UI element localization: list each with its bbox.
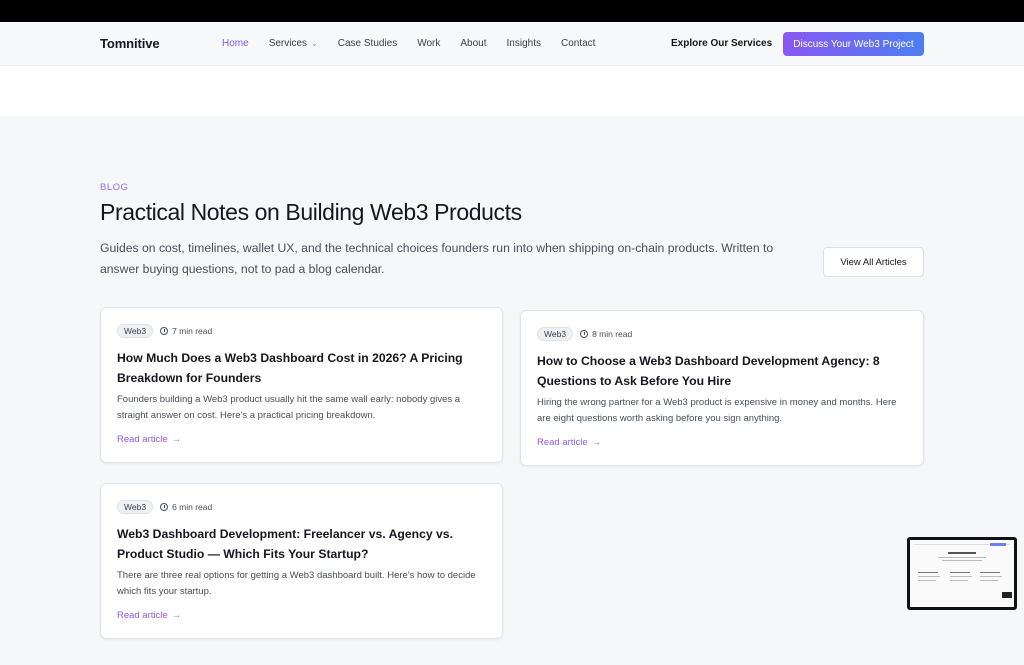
clock-icon <box>580 330 589 338</box>
article-card[interactable]: Web3 6 min read Web3 Dashboard Developme… <box>100 483 503 639</box>
read-time: 6 min read <box>160 502 212 512</box>
section-heading: Practical Notes on Building Web3 Product… <box>100 199 522 225</box>
clock-icon <box>160 503 169 511</box>
article-tag: Web3 <box>117 324 154 338</box>
browser-top-bar <box>0 0 1024 22</box>
discuss-project-button[interactable]: Discuss Your Web3 Project <box>783 32 924 56</box>
nav-item-services[interactable]: Services ⌄ <box>269 38 318 49</box>
read-article-link[interactable]: Read article → <box>117 610 181 621</box>
article-excerpt: Founders building a Web3 product usually… <box>117 394 461 421</box>
explore-services-link[interactable]: Explore Our Services <box>671 38 772 49</box>
article-tag: Web3 <box>537 327 574 341</box>
read-article-link[interactable]: Read article → <box>117 434 181 445</box>
article-card[interactable]: Web3 7 min read How Much Does a Web3 Das… <box>100 307 503 463</box>
site-header: Tomnitive Home Services ⌄ Case Studies Wo… <box>0 22 1024 66</box>
hero-spacer <box>0 66 1024 116</box>
article-title[interactable]: Web3 Dashboard Development: Freelancer v… <box>117 525 487 564</box>
section-eyebrow: BLOG <box>100 182 129 193</box>
article-excerpt: Hiring the wrong partner for a Web3 prod… <box>537 397 897 424</box>
section-subtext: Guides on cost, timelines, wallet UX, an… <box>100 241 774 276</box>
nav-item-insights[interactable]: Insights <box>507 38 541 49</box>
read-article-link[interactable]: Read article → <box>537 437 601 448</box>
nav-item-work[interactable]: Work <box>417 38 440 49</box>
article-card[interactable]: Web3 8 min read How to Choose a Web3 Das… <box>520 310 924 466</box>
view-all-articles-button[interactable]: View All Articles <box>823 247 924 277</box>
chevron-down-icon: ⌄ <box>311 39 318 48</box>
article-meta: Web3 6 min read <box>117 500 212 514</box>
arrow-right-icon: → <box>591 437 602 448</box>
nav-item-about[interactable]: About <box>460 38 486 49</box>
read-time: 8 min read <box>580 329 632 339</box>
brand-logo[interactable]: Tomnitive <box>100 36 160 51</box>
screen-preview-thumbnail[interactable] <box>907 537 1017 610</box>
article-tag: Web3 <box>117 500 154 514</box>
main-nav: Home Services ⌄ Case Studies Work About I… <box>222 38 615 49</box>
nav-item-home[interactable]: Home <box>222 38 249 49</box>
nav-item-case-studies[interactable]: Case Studies <box>338 38 397 49</box>
arrow-right-icon: → <box>171 434 182 445</box>
nav-item-contact[interactable]: Contact <box>561 38 595 49</box>
article-meta: Web3 8 min read <box>537 327 632 341</box>
article-title[interactable]: How Much Does a Web3 Dashboard Cost in 2… <box>117 349 487 388</box>
clock-icon <box>160 327 169 335</box>
arrow-right-icon: → <box>171 610 182 621</box>
read-time: 7 min read <box>160 326 212 336</box>
article-title[interactable]: How to Choose a Web3 Dashboard Developme… <box>537 352 907 391</box>
article-excerpt: There are three real options for getting… <box>117 570 476 597</box>
article-meta: Web3 7 min read <box>117 324 212 338</box>
